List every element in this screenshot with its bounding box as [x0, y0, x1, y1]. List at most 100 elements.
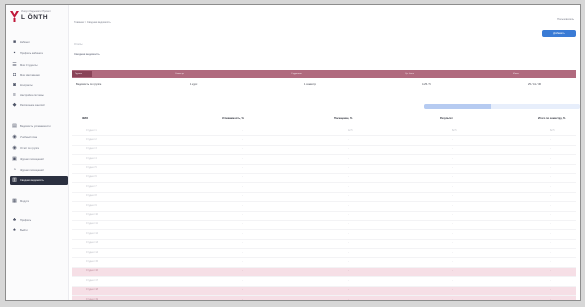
- sidebar-item-label: Мои Студенты: [20, 64, 38, 67]
- table-cell: -: [550, 223, 551, 226]
- table-cell: -: [242, 204, 243, 207]
- table-row[interactable]: Студент 18 - - - -: [72, 286, 576, 297]
- table-cell: -: [452, 232, 453, 235]
- table-cell: -: [348, 232, 349, 235]
- sidebar-item-label: Журнал посещений: [20, 169, 44, 172]
- table-cell: Студент 1: [86, 129, 97, 132]
- sidebar-item-system-settings[interactable]: ≡ Настройка системы: [12, 92, 66, 99]
- sidebar-item-mentors[interactable]: ◘ Мои Наставники: [12, 72, 66, 79]
- table-cell: -: [452, 260, 453, 263]
- sidebar-item-label: Контракты: [20, 84, 33, 87]
- sidebar-item-label: Отчёт по группе: [20, 147, 40, 150]
- sidebar-item-group-report[interactable]: ◉ Отчёт по группе: [12, 145, 66, 152]
- table-cell: 12.5: [348, 129, 353, 132]
- table-cell: Студент 8: [86, 195, 97, 198]
- summary-header-bar: Группа Семестр Студентов Ср. балл Итого: [72, 70, 576, 78]
- table-row[interactable]: Студент 17 - - - -: [72, 277, 576, 287]
- breadcrumb[interactable]: Главная > Сводная ведомость: [74, 21, 111, 24]
- report-icon: ▥: [12, 177, 17, 183]
- table-cell: -: [242, 129, 243, 132]
- table-row[interactable]: Студент 7 - - - -: [72, 183, 576, 193]
- page-title: Сводная ведомость: [74, 52, 100, 56]
- sidebar-item-journal[interactable]: ◔ Журнал посещений: [12, 167, 66, 174]
- summary-value-group: Ведомость по группе: [76, 83, 102, 86]
- table-row[interactable]: Студент 10 - - - -: [72, 212, 576, 221]
- table-row[interactable]: Студент 11 - - - -: [72, 221, 576, 231]
- table-cell: -: [348, 289, 349, 292]
- table-cell: -: [348, 251, 349, 254]
- sidebar-item-grades[interactable]: ▤ Ведомость успеваемости: [12, 123, 66, 130]
- table-cell: -: [452, 251, 453, 254]
- table-row[interactable]: Студент 19 - - - -: [72, 296, 576, 301]
- user-menu[interactable]: Пользователь: [557, 18, 574, 21]
- sidebar-item-label: Мои Наставники: [20, 74, 40, 77]
- table-row[interactable]: Студент 16 - - - -: [72, 267, 576, 278]
- primary-action-button[interactable]: Добавить: [542, 30, 576, 37]
- sidebar-item-logout[interactable]: ♠ Выйти: [12, 227, 66, 234]
- sidebar-item-user-profile[interactable]: ♣ Профиль: [12, 217, 66, 224]
- table-row[interactable]: Студент 13 - - - -: [72, 240, 576, 250]
- table-cell: Студент 4: [86, 157, 97, 160]
- page-crumb[interactable]: Отчёты: [74, 43, 82, 46]
- table-cell: -: [550, 298, 551, 301]
- sidebar-item-summary-report[interactable]: ▥ Сводная ведомость: [10, 176, 68, 185]
- summary-value-students: 1 семестр: [304, 83, 317, 86]
- table-row[interactable]: Студент 9 - - - -: [72, 202, 576, 212]
- table-row[interactable]: Студент 5 - - - -: [72, 165, 576, 174]
- brand-name: L ÖNTH: [21, 14, 49, 21]
- sidebar-item-curriculum[interactable]: ◉ Учебный план: [12, 134, 66, 141]
- column-header-grades[interactable]: Успеваемость, %: [222, 117, 244, 120]
- summary-header-avg: Ср. балл: [405, 73, 414, 75]
- table-cell: -: [550, 204, 551, 207]
- sidebar-item-modules[interactable]: ▦ Модули: [12, 198, 66, 205]
- table-cell: -: [348, 195, 349, 198]
- table-cell: -: [348, 176, 349, 179]
- sidebar-item-profile-cabinet[interactable]: ▪ Профиль кабинета: [12, 50, 66, 57]
- sidebar-item-contracts[interactable]: ◙ Контракты: [12, 82, 66, 89]
- main-content: Главная > Сводная ведомость Пользователь…: [68, 5, 580, 300]
- table-row[interactable]: Студент 12 - - - -: [72, 230, 576, 240]
- table-row[interactable]: Студент 14 - - - -: [72, 249, 576, 259]
- table-row[interactable]: Студент 1 - 12.5 62.5 62.5: [72, 127, 576, 137]
- logo[interactable]: Ушкул Хадымати Проект L ÖNTH: [10, 10, 68, 26]
- sidebar-item-cabinet[interactable]: ■ Кабинет: [12, 39, 66, 46]
- table-row[interactable]: Студент 3 - - - -: [72, 146, 576, 156]
- column-header-result[interactable]: Результат: [440, 117, 453, 120]
- table-cell: -: [452, 176, 453, 179]
- table-row[interactable]: Студент 2 - - - -: [72, 136, 576, 146]
- column-header-name[interactable]: ФИО: [82, 117, 88, 120]
- sidebar-item-students[interactable]: ☰ Мои Студенты: [12, 62, 66, 69]
- table-cell: -: [242, 195, 243, 198]
- table-row[interactable]: Студент 4 - - - -: [72, 155, 576, 165]
- chart-icon: ▪: [13, 50, 16, 56]
- sidebar-item-label: Учебный план: [20, 136, 38, 139]
- clock-icon: ▣: [12, 156, 17, 162]
- table-row[interactable]: Студент 15 - - - -: [72, 258, 576, 268]
- table-cell: -: [452, 195, 453, 198]
- sidebar-item-schedule[interactable]: ◆ Расписание занятий: [12, 102, 66, 109]
- table-cell: -: [348, 167, 349, 170]
- table-cell: Студент 19: [86, 298, 98, 301]
- table-cell: -: [348, 260, 349, 263]
- sidebar-item-attendance[interactable]: ▣ Журнал посещений: [12, 156, 66, 163]
- table-cell: -: [348, 223, 349, 226]
- table-row[interactable]: Студент 8 - - - -: [72, 193, 576, 203]
- table-cell: -: [452, 185, 453, 188]
- column-header-attendance[interactable]: Посещение, %: [334, 117, 352, 120]
- table-cell: -: [242, 176, 243, 179]
- sidebar-item-label: Профиль кабинета: [20, 52, 43, 55]
- brand-subtitle: Ушкул Хадымати Проект: [21, 10, 51, 13]
- home-icon: ■: [12, 39, 17, 45]
- column-header-total[interactable]: Итого по семестру, %: [538, 117, 565, 120]
- summary-value-semester: 1 курс: [190, 83, 198, 86]
- table-row[interactable]: Студент 6 - - - -: [72, 174, 576, 184]
- table-cell: -: [242, 157, 243, 160]
- summary-value-total: 25 / 41 / 36: [528, 83, 541, 86]
- clock-icon: ◔: [12, 167, 17, 173]
- progress-bar: [424, 104, 580, 109]
- table-cell: -: [242, 148, 243, 151]
- table-cell: -: [550, 260, 551, 263]
- summary-header-total: Итого: [513, 73, 519, 75]
- table-cell: -: [452, 204, 453, 207]
- progress-fill: [424, 104, 492, 109]
